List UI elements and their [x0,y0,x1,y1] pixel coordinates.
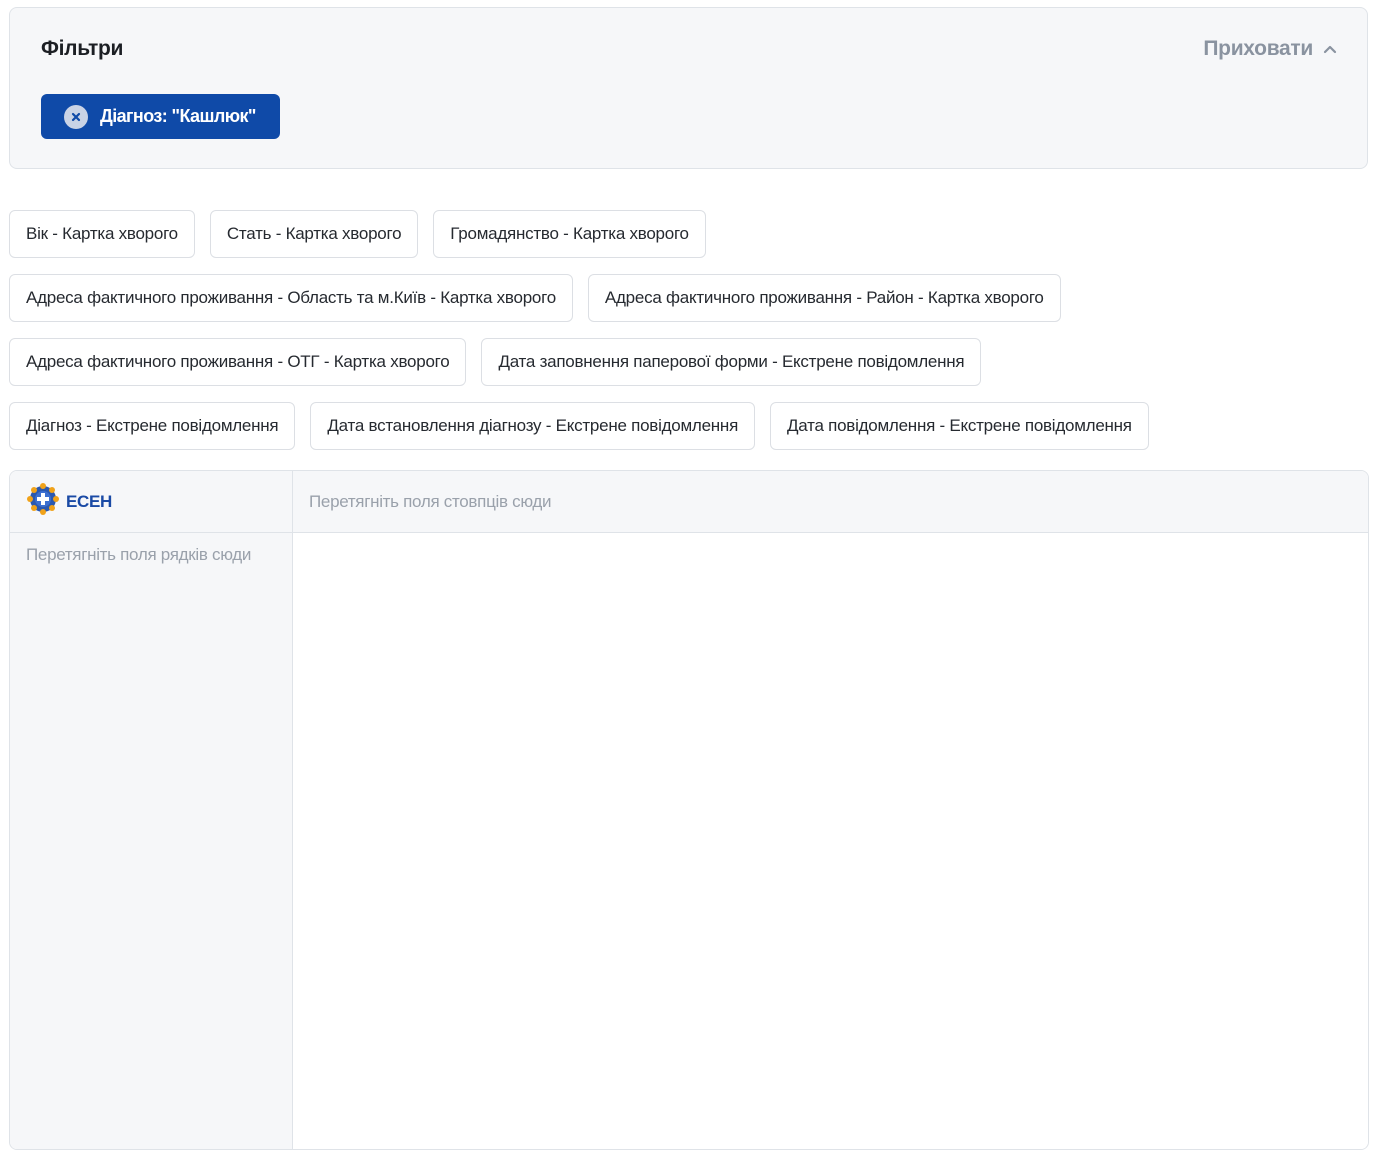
close-icon[interactable] [64,104,88,129]
field-row: Вік - Картка хворого Стать - Картка хвор… [9,210,1369,258]
field-address-district[interactable]: Адреса фактичного проживання - Район - К… [587,274,1061,322]
field-sex[interactable]: Стать - Картка хворого [209,210,419,258]
hide-filters-label: Приховати [1203,37,1313,60]
field-age[interactable]: Вік - Картка хворого [9,210,195,258]
field-diagnosis[interactable]: Діагноз - Екстрене повідомлення [9,402,296,450]
field-diagnosis-date[interactable]: Дата встановлення діагнозу - Екстрене по… [310,402,756,450]
field-row: Діагноз - Екстрене повідомлення Дата вст… [9,402,1369,450]
pivot-table: ЕСЕН Перетягніть поля стовпців сюди Пере… [9,470,1369,1150]
available-fields: Вік - Картка хворого Стать - Картка хвор… [9,210,1369,466]
pivot-data-area [293,533,1368,1149]
field-notification-date[interactable]: Дата повідомлення - Екстрене повідомленн… [770,402,1149,450]
field-citizenship[interactable]: Громадянство - Картка хворого [433,210,706,258]
filters-title: Фільтри [41,37,124,60]
field-row: Адреса фактичного проживання - ОТГ - Кар… [9,338,1369,386]
filters-panel: Фільтри Приховати Діагноз: "Кашлюк" [9,7,1368,169]
field-address-region[interactable]: Адреса фактичного проживання - Область т… [9,274,573,322]
active-filter-label: Діагноз: "Кашлюк" [100,106,256,126]
pivot-corner: ЕСЕН [10,471,293,533]
active-filter-chip[interactable]: Діагноз: "Кашлюк" [41,94,280,139]
field-address-otg[interactable]: Адреса фактичного проживання - ОТГ - Кар… [9,338,467,386]
field-paper-form-date[interactable]: Дата заповнення паперової форми - Екстре… [481,338,982,386]
chevron-up-icon [1323,44,1337,54]
column-drop-zone[interactable]: Перетягніть поля стовпців сюди [293,471,1368,533]
logo-text: ЕСЕН [66,491,113,511]
hide-filters-button[interactable]: Приховати [1203,37,1337,61]
row-drop-zone[interactable]: Перетягніть поля рядків сюди [10,533,293,1149]
esen-logo-icon [26,481,62,522]
field-row: Адреса фактичного проживання - Область т… [9,274,1369,322]
